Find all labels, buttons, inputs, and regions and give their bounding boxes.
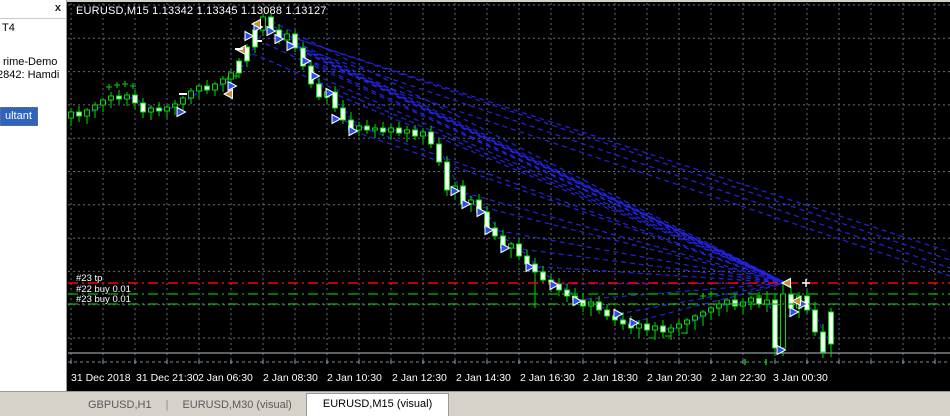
sidebar-item-account-name[interactable]: 2842: Hamdi	[0, 69, 59, 81]
navigator-sidebar: x T4 rime-Demo 2842: Hamdi ultant	[0, 0, 67, 392]
chart-title-ohlc: EURUSD,M15 1.13342 1.13345 1.13088 1.131…	[76, 5, 327, 17]
close-icon[interactable]: x	[55, 2, 61, 15]
sidebar-item-mt4[interactable]: T4	[2, 22, 15, 34]
chart-tab-bar: GBPUSD,H1 | EURUSD,M30 (visual) EURUSD,M…	[0, 391, 950, 416]
sidebar-item-account-server[interactable]: rime-Demo	[3, 56, 57, 68]
svg-text:2 Jan 12:30: 2 Jan 12:30	[392, 372, 447, 384]
signal-plus-icons	[106, 73, 770, 339]
svg-text:31 Dec 2018: 31 Dec 2018	[71, 372, 131, 384]
svg-text:2 Jan 20:30: 2 Jan 20:30	[647, 372, 702, 384]
buy-arrow-icons	[176, 21, 809, 356]
svg-text:#23 tp: #23 tp	[76, 273, 102, 284]
svg-text:2 Jan 06:30: 2 Jan 06:30	[198, 372, 253, 384]
svg-text:31 Dec 21:30: 31 Dec 21:30	[136, 372, 199, 384]
svg-text:2 Jan 16:30: 2 Jan 16:30	[520, 372, 575, 384]
svg-text:2 Jan 18:30: 2 Jan 18:30	[583, 372, 638, 384]
mt4-application: EURUSD,M15 1.13342 1.13345 1.13088 1.131…	[0, 0, 950, 416]
svg-text:#23 buy 0.01: #23 buy 0.01	[76, 294, 131, 305]
svg-text:2 Jan 10:30: 2 Jan 10:30	[327, 372, 382, 384]
tab-gbpusd-h1[interactable]: GBPUSD,H1	[74, 396, 166, 416]
tab-eurusd-m15-visual[interactable]: EURUSD,M15 (visual)	[305, 393, 450, 416]
trade-history-lines	[243, 16, 950, 323]
order-lines[interactable]: #23 tp#22 buy 0.01#23 buy 0.01	[68, 273, 950, 305]
sidebar-item-selected-expert[interactable]: ultant	[0, 107, 38, 126]
chart-canvas[interactable]: #23 tp#22 buy 0.01#23 buy 0.01 31 Dec 201…	[0, 0, 950, 416]
sidebar-titlebar: x	[0, 0, 66, 19]
svg-text:2 Jan 22:30: 2 Jan 22:30	[711, 372, 766, 384]
svg-text:3 Jan 00:30: 3 Jan 00:30	[773, 372, 828, 384]
svg-text:2 Jan 14:30: 2 Jan 14:30	[456, 372, 511, 384]
svg-text:2 Jan 08:30: 2 Jan 08:30	[263, 372, 318, 384]
time-axis: 31 Dec 2018 31 Dec 21:30 2 Jan 06:30 2 Jan …	[68, 359, 950, 384]
close-arrow-icons	[222, 18, 801, 307]
tab-eurusd-m30-visual[interactable]: EURUSD,M30 (visual)	[168, 396, 305, 416]
